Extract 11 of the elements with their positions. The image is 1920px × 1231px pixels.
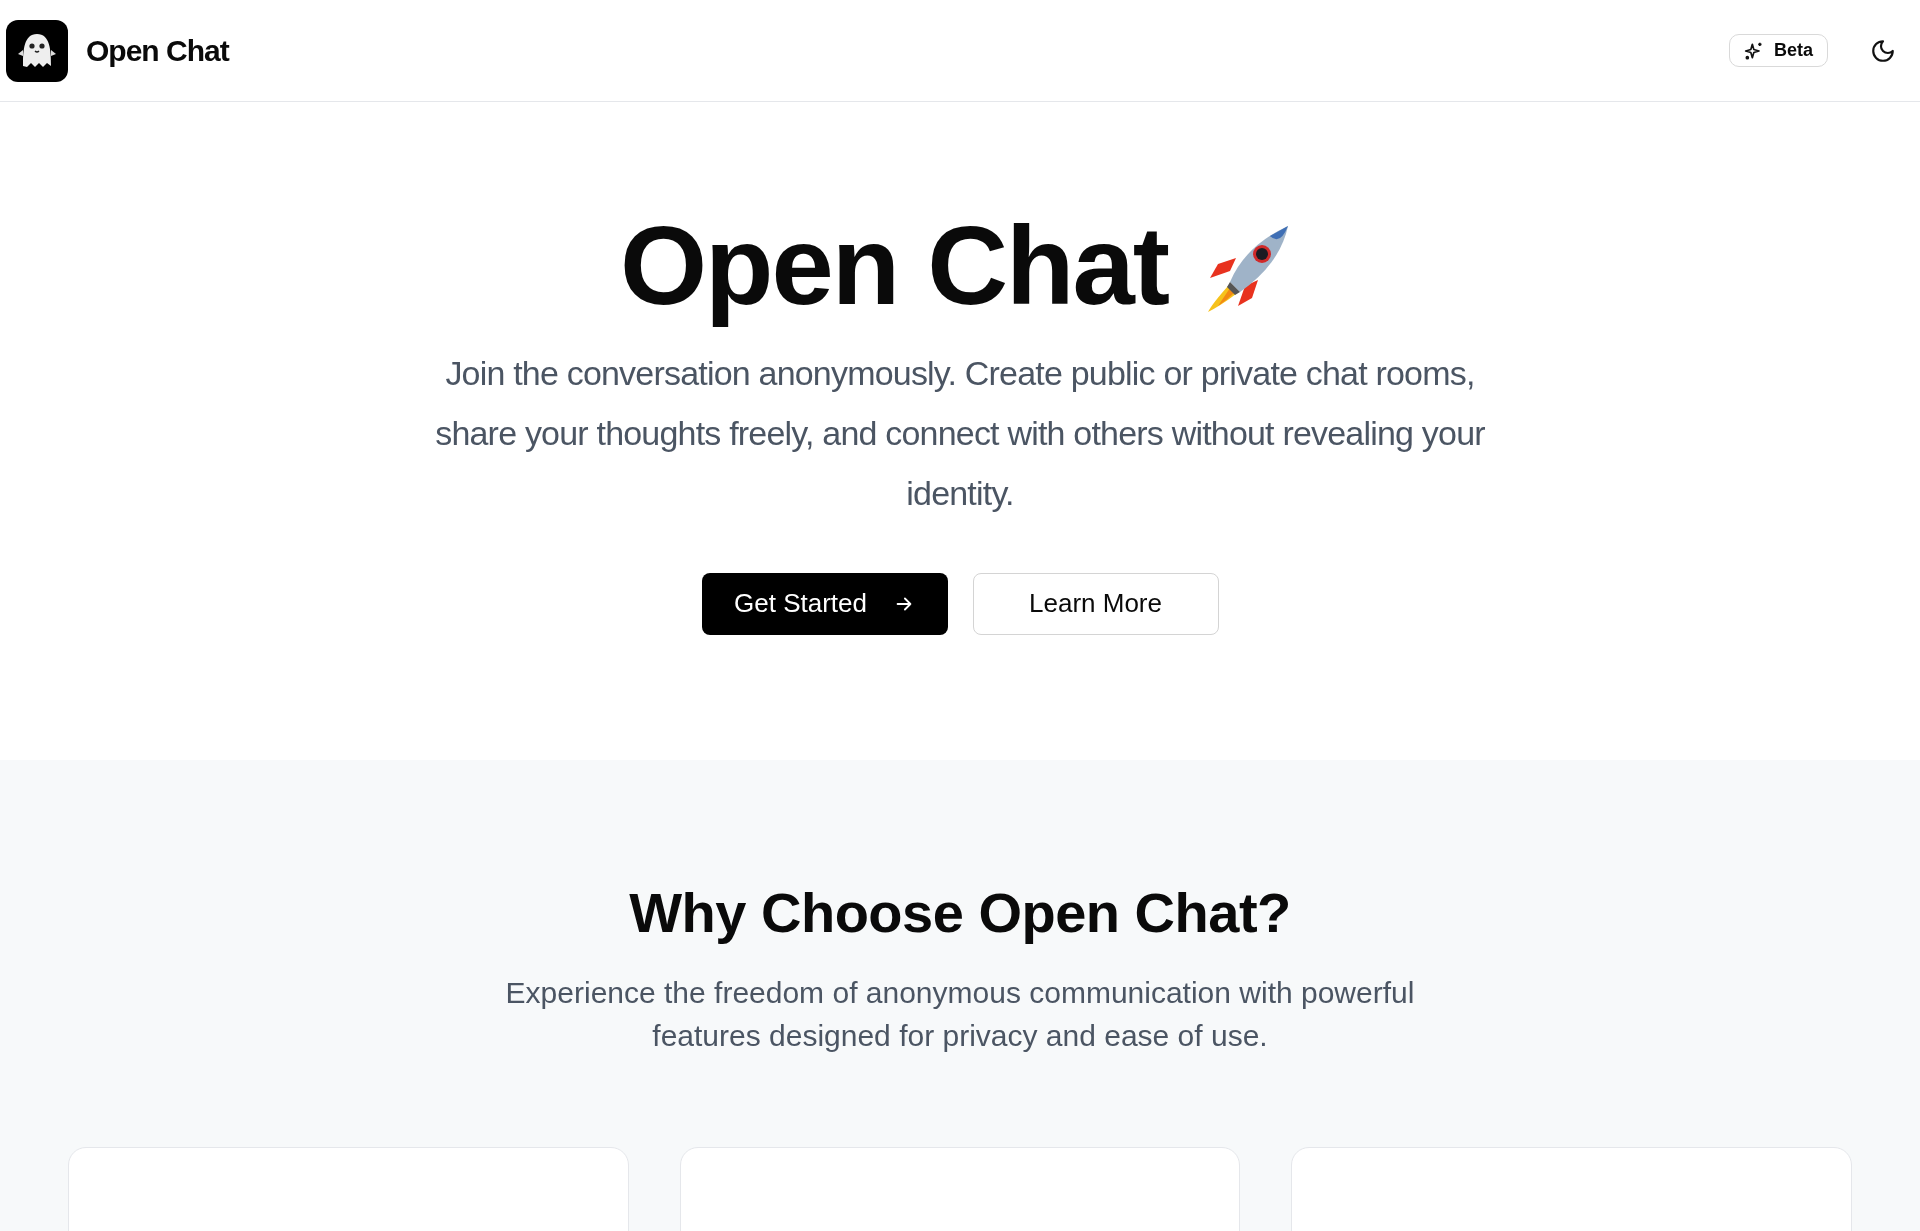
brand-name[interactable]: Open Chat <box>86 33 229 68</box>
beta-badge: Beta <box>1729 34 1828 67</box>
section-heading: Why Choose Open Chat? <box>629 879 1291 945</box>
learn-more-button[interactable]: Learn More <box>972 572 1219 635</box>
get-started-button[interactable]: Get Started <box>701 572 948 635</box>
ghost-logo-icon[interactable] <box>6 19 68 82</box>
sparkles-icon <box>1744 40 1764 61</box>
moon-icon <box>1870 37 1896 64</box>
hero-subtitle: Join the conversation anonymously. Create public or private chat rooms, share your thoughts freely, and connect with others without revealing your identity. <box>434 352 1486 514</box>
hero-title: Open Chat <box>619 202 1170 330</box>
section-description: Experience the freedom of anonymous communication with powerful features designed for privacy and ease of use. <box>504 974 1416 1054</box>
